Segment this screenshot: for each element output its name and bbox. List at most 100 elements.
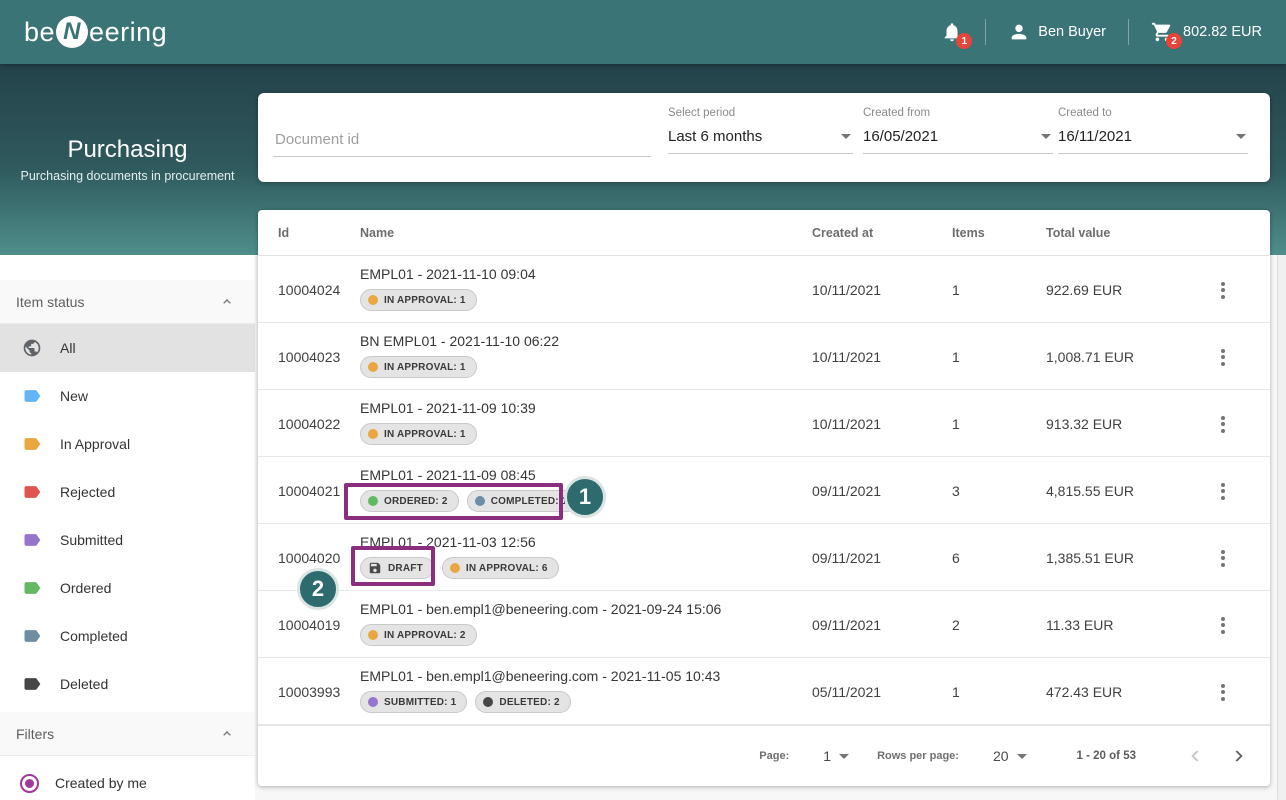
items-count-cell: 1 bbox=[952, 415, 960, 432]
created-from-label: Created from bbox=[863, 107, 931, 119]
created-by-me-label: Created by me bbox=[55, 775, 147, 791]
item-status-section-header[interactable]: Item status bbox=[0, 280, 255, 324]
table-row[interactable]: 10004019 EMPL01 - ben.empl1@beneering.co… bbox=[258, 591, 1270, 658]
sidebar-item-completed[interactable]: Completed bbox=[0, 612, 255, 660]
label-icon bbox=[22, 386, 42, 406]
status-dot-icon bbox=[368, 295, 378, 305]
document-name: EMPL01 - 2021-11-09 10:39 bbox=[360, 400, 536, 416]
sidebar-item-new[interactable]: New bbox=[0, 372, 255, 420]
items-count-cell: 6 bbox=[952, 549, 960, 566]
sidebar-item-ordered[interactable]: Ordered bbox=[0, 564, 255, 612]
app-logo[interactable]: be N eering bbox=[24, 16, 167, 48]
created-by-me-filter[interactable]: Created by me bbox=[0, 763, 255, 800]
total-value-cell: 472.43 EUR bbox=[1046, 683, 1123, 700]
row-actions-menu-button[interactable] bbox=[1212, 278, 1234, 302]
row-actions-menu-button[interactable] bbox=[1212, 546, 1234, 570]
row-actions-menu-button[interactable] bbox=[1212, 479, 1234, 503]
document-name: EMPL01 - 2021-11-09 08:45 bbox=[360, 467, 536, 483]
status-dot-icon bbox=[368, 429, 378, 439]
chevron-down-icon bbox=[839, 753, 850, 759]
status-chips: SUBMITTED: 1 DELETED: 2 bbox=[360, 691, 571, 713]
sidebar-item-in-approval[interactable]: In Approval bbox=[0, 420, 255, 468]
column-header-created-at: Created at bbox=[812, 226, 874, 240]
label-icon bbox=[22, 626, 42, 646]
total-value-cell: 913.32 EUR bbox=[1046, 415, 1123, 432]
status-chip-label: IN APPROVAL: 6 bbox=[465, 562, 548, 574]
created-at-cell: 10/11/2021 bbox=[812, 415, 882, 432]
sidebar-item-deleted[interactable]: Deleted bbox=[0, 660, 255, 708]
status-chip-label: IN APPROVAL: 1 bbox=[384, 361, 466, 373]
table-row[interactable]: 10004024 EMPL01 - 2021-11-10 09:04 IN AP… bbox=[258, 256, 1270, 323]
status-chips: IN APPROVAL: 1 bbox=[360, 289, 477, 311]
label-icon bbox=[22, 482, 42, 502]
top-navigation-bar: be N eering 1 Ben Buyer 2 802.82 EUR bbox=[0, 0, 1286, 64]
table-row[interactable]: 10004022 EMPL01 - 2021-11-09 10:39 IN AP… bbox=[258, 390, 1270, 457]
total-value-cell: 1,385.51 EUR bbox=[1046, 549, 1134, 566]
globe-icon bbox=[22, 338, 42, 358]
cart-count-badge: 2 bbox=[1166, 33, 1182, 49]
label-icon bbox=[22, 434, 42, 454]
created-at-cell: 09/11/2021 bbox=[812, 549, 882, 566]
sidebar-item-submitted[interactable]: Submitted bbox=[0, 516, 255, 564]
row-actions-menu-button[interactable] bbox=[1212, 613, 1234, 637]
page-value: 1 bbox=[823, 748, 832, 764]
table-header-row: Id Name Created at Items Total value bbox=[258, 210, 1270, 256]
column-header-items: Items bbox=[952, 226, 985, 240]
document-id-cell: 10004024 bbox=[278, 281, 341, 298]
chevron-right-icon bbox=[1235, 750, 1243, 762]
items-count-cell: 3 bbox=[952, 482, 960, 499]
sidebar-status-label: New bbox=[60, 388, 89, 404]
status-dot-icon bbox=[368, 697, 378, 707]
page-subtitle: Purchasing documents in procurement bbox=[20, 169, 235, 183]
row-actions-menu-button[interactable] bbox=[1212, 412, 1234, 436]
created-to-label: Created to bbox=[1058, 107, 1112, 119]
row-actions-menu-button[interactable] bbox=[1212, 345, 1234, 369]
sidebar-status-label: Ordered bbox=[60, 580, 112, 596]
created-from-datepicker[interactable]: Created from 16/05/2021 bbox=[863, 107, 1053, 167]
status-chip-label: IN APPROVAL: 1 bbox=[384, 428, 466, 440]
status-chips: IN APPROVAL: 1 bbox=[360, 356, 477, 378]
select-period-value: Last 6 months bbox=[668, 128, 763, 145]
column-header-id: Id bbox=[278, 226, 290, 240]
document-name: EMPL01 - ben.empl1@beneering.com - 2021-… bbox=[360, 601, 722, 617]
created-to-datepicker[interactable]: Created to 16/11/2021 bbox=[1058, 107, 1248, 167]
radio-checked-icon bbox=[20, 773, 39, 793]
status-chip: SUBMITTED: 1 bbox=[360, 691, 468, 713]
user-name: Ben Buyer bbox=[1038, 24, 1106, 40]
rows-per-page-select[interactable]: 20 bbox=[993, 748, 1029, 764]
page-select[interactable]: 1 bbox=[823, 748, 851, 764]
created-from-value: 16/05/2021 bbox=[863, 128, 939, 145]
document-name-cell: EMPL01 - ben.empl1@beneering.com - 2021-… bbox=[360, 658, 720, 725]
chevron-up-icon bbox=[219, 294, 235, 313]
status-chip: IN APPROVAL: 1 bbox=[360, 289, 477, 311]
document-id-input[interactable] bbox=[273, 127, 651, 157]
cart-total: 802.82 EUR bbox=[1183, 24, 1262, 40]
chevron-down-icon bbox=[1016, 753, 1027, 759]
sidebar-status-label: Completed bbox=[60, 628, 128, 644]
document-name-cell: BN EMPL01 - 2021-11-10 06:22 IN APPROVAL… bbox=[360, 323, 559, 390]
table-row[interactable]: 10003993 EMPL01 - ben.empl1@beneering.co… bbox=[258, 658, 1270, 725]
sidebar-item-all[interactable]: All bbox=[0, 324, 255, 372]
status-dot-icon bbox=[368, 362, 378, 372]
document-name: BN EMPL01 - 2021-11-10 06:22 bbox=[360, 333, 559, 349]
status-chip: DELETED: 2 bbox=[475, 691, 571, 713]
notification-count-badge: 1 bbox=[956, 33, 973, 49]
app-root: Purchasing Purchasing documents in procu… bbox=[0, 0, 1286, 800]
notifications-button[interactable]: 1 bbox=[941, 21, 973, 49]
scrollbar[interactable] bbox=[1277, 255, 1286, 800]
user-menu-button[interactable]: Ben Buyer bbox=[1008, 21, 1106, 43]
sidebar-item-rejected[interactable]: Rejected bbox=[0, 468, 255, 516]
sidebar-status-label: Submitted bbox=[60, 532, 124, 548]
previous-page-button[interactable] bbox=[1184, 744, 1208, 768]
next-page-button[interactable] bbox=[1226, 744, 1250, 768]
sidebar-status-label: Rejected bbox=[60, 484, 116, 500]
row-actions-menu-button[interactable] bbox=[1212, 680, 1234, 704]
total-value-cell: 11.33 EUR bbox=[1046, 616, 1114, 633]
table-row[interactable]: 10004023 BN EMPL01 - 2021-11-10 06:22 IN… bbox=[258, 323, 1270, 390]
filters-section-header[interactable]: Filters bbox=[0, 712, 255, 756]
select-period-dropdown[interactable]: Select period Last 6 months bbox=[668, 107, 853, 167]
chevron-left-icon bbox=[1191, 750, 1199, 762]
cart-button[interactable]: 2 802.82 EUR bbox=[1151, 21, 1262, 49]
annotation-badge-2: 2 bbox=[297, 568, 339, 610]
status-filter-list: All New In Approval Rejected Submitted O… bbox=[0, 324, 255, 708]
